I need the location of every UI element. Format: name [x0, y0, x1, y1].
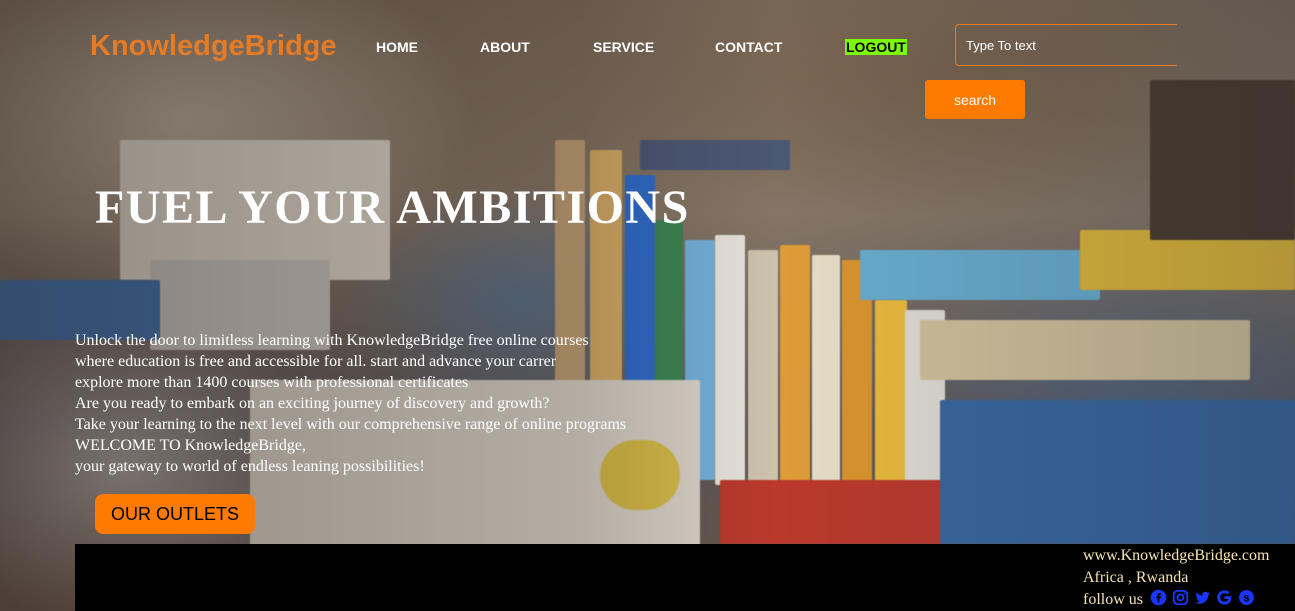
- hero-line: Are you ready to embark on an exciting j…: [75, 395, 550, 412]
- search-button[interactable]: search: [925, 80, 1025, 119]
- twitter-icon[interactable]: [1194, 589, 1211, 606]
- hero-line: WELCOME TO KnowledgeBridge,: [75, 437, 306, 454]
- social-links: [1150, 589, 1255, 606]
- hero-line: explore more than 1400 courses with prof…: [75, 374, 469, 391]
- footer-location: Africa , Rwanda: [1083, 569, 1189, 586]
- facebook-icon[interactable]: [1150, 589, 1167, 606]
- hero-line: where education is free and accessible f…: [75, 353, 557, 370]
- skype-icon[interactable]: [1238, 589, 1255, 606]
- google-icon[interactable]: [1216, 589, 1233, 606]
- follow-label: follow us: [1083, 591, 1143, 608]
- search-input[interactable]: [955, 24, 1177, 66]
- nav-service-link[interactable]: SERVICE: [593, 39, 654, 55]
- nav-home-link[interactable]: HOME: [376, 39, 418, 55]
- instagram-icon[interactable]: [1172, 589, 1189, 606]
- hero-line: your gateway to world of endless leaning…: [75, 458, 425, 475]
- footer-website[interactable]: www.KnowledgeBridge.com: [1083, 545, 1269, 567]
- nav-logout-link[interactable]: LOGOUT: [845, 39, 907, 55]
- our-outlets-button[interactable]: OUR OUTLETS: [95, 494, 255, 534]
- site-logo[interactable]: KnowledgeBridge: [90, 30, 337, 63]
- hero-line: Unlock the door to limitless learning wi…: [75, 332, 589, 349]
- hero-line: Take your learning to the next level wit…: [75, 416, 627, 433]
- footer-follow: follow us: [1083, 589, 1269, 611]
- nav-about-link[interactable]: ABOUT: [480, 39, 530, 55]
- nav-contact-link[interactable]: CONTACT: [715, 39, 782, 55]
- footer-info: www.KnowledgeBridge.com Africa , Rwanda …: [1083, 545, 1269, 611]
- hero-description: Unlock the door to limitless learning wi…: [75, 330, 626, 477]
- hero-title: FUEL YOUR AMBITIONS: [95, 181, 690, 234]
